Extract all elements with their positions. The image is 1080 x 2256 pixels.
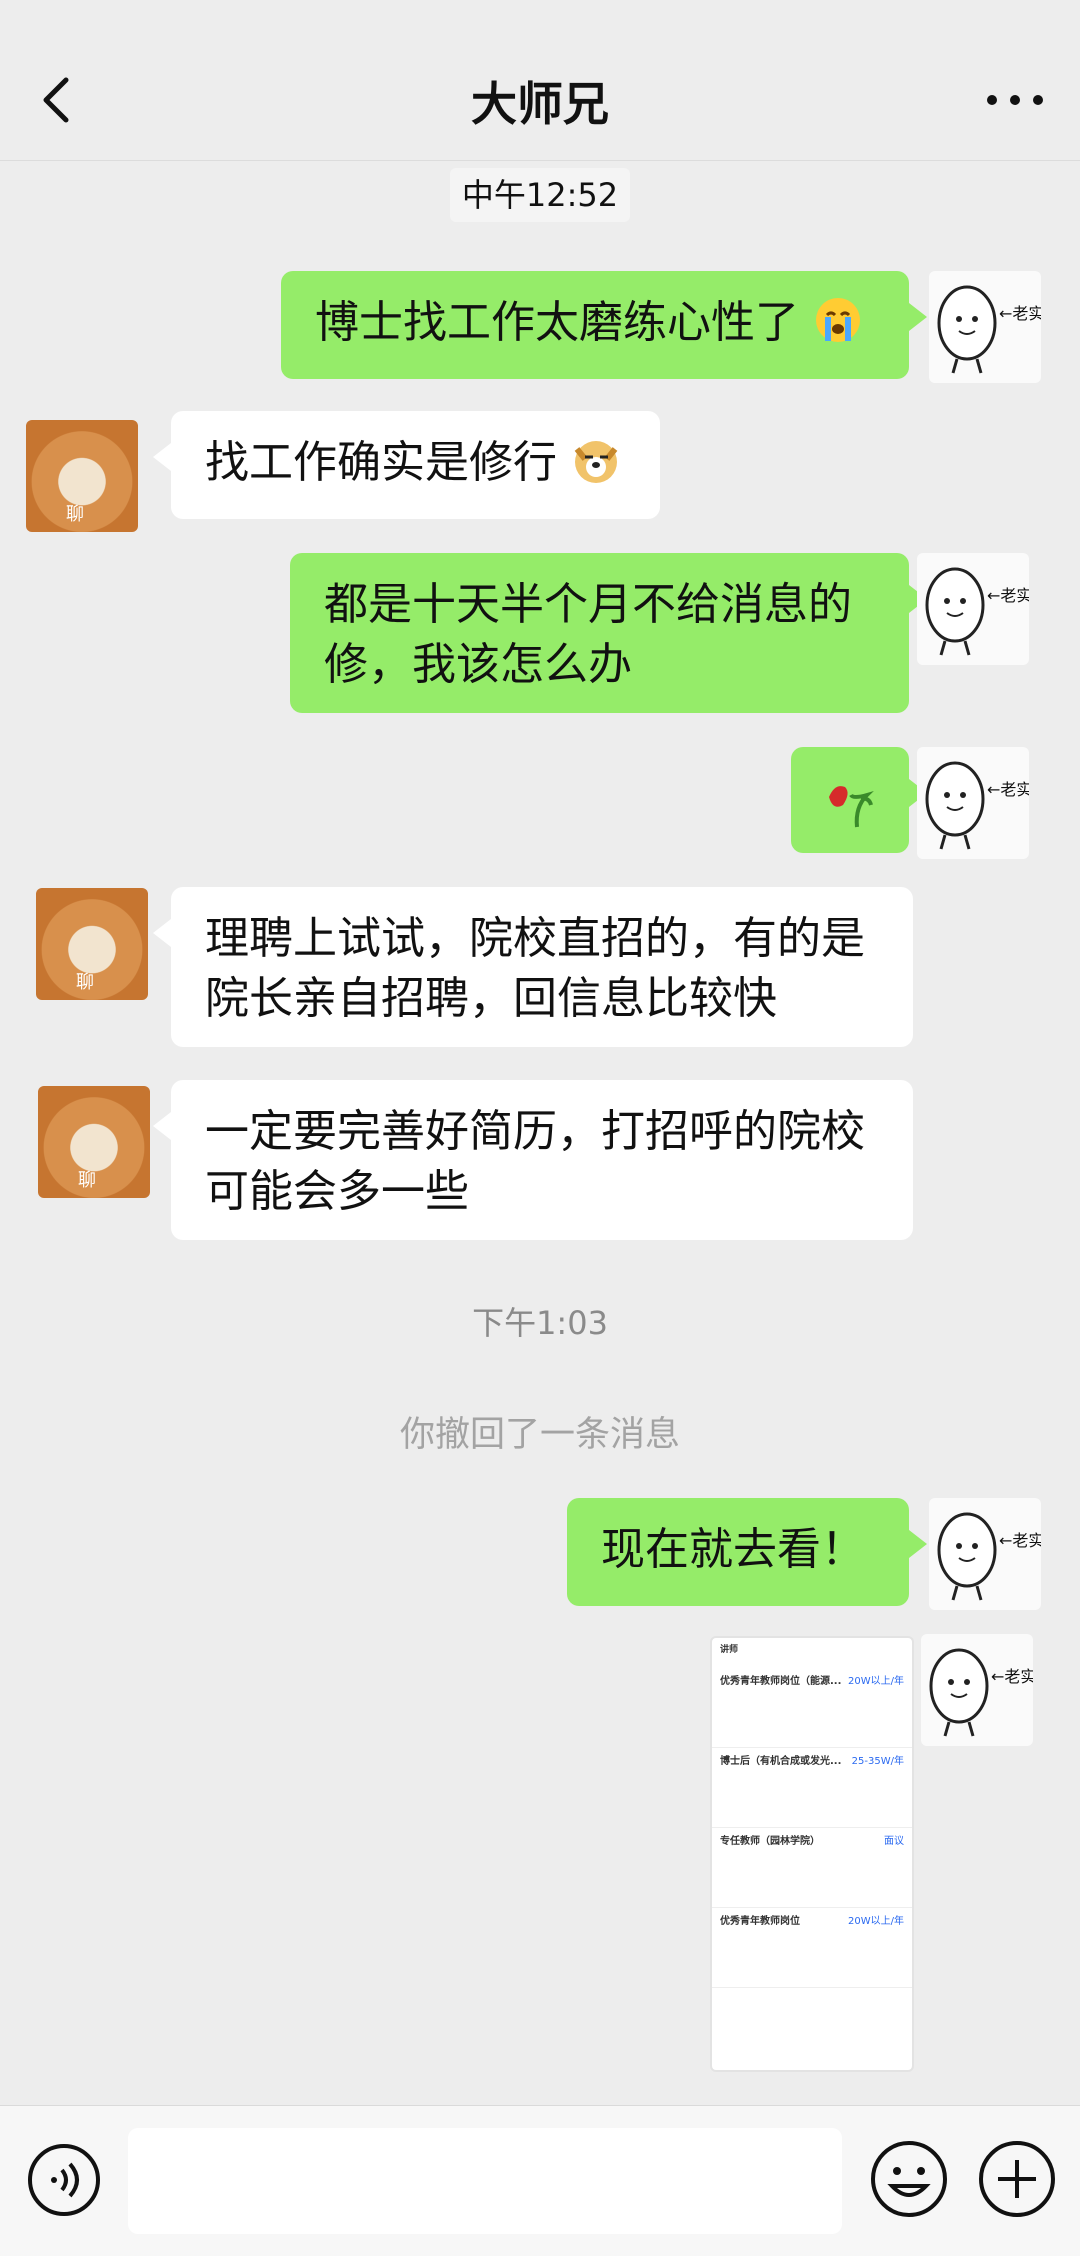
message-text: 一定要完善好简历，打招呼的院校可能会多一些: [205, 1106, 865, 1217]
thumb-job-row: 20W以上/年 优秀青年教师岗位（能源...: [712, 1668, 912, 1748]
thumb-job-salary: 面议: [884, 1836, 904, 1847]
thumb-job-row: 面议 专任教师（园林学院）: [712, 1828, 912, 1908]
avatar-self-label: ←老实: [999, 1531, 1041, 1550]
doge-face-icon: [574, 441, 618, 483]
emoji-button[interactable]: [868, 2138, 950, 2220]
avatar-self[interactable]: ←老实: [929, 1498, 1041, 1610]
thumb-job-salary: 20W以上/年: [848, 1916, 904, 1927]
voice-button[interactable]: [26, 2142, 102, 2218]
more-button[interactable]: [980, 72, 1050, 128]
voice-icon: [28, 2144, 100, 2216]
avatar-contact[interactable]: 聊: [36, 888, 148, 1000]
avatar-self[interactable]: ←老实: [929, 271, 1041, 383]
thumb-job-row: 25-35W/年 博士后（有机合成或发光...: [712, 1748, 912, 1828]
thumb-job-row: 20W以上/年 优秀青年教师岗位: [712, 1908, 912, 1988]
laoshi-sticker-icon: ←老实: [929, 1648, 1033, 1737]
avatar-self-label: ←老实: [991, 1667, 1033, 1686]
avatar-contact-label: 聊: [76, 972, 94, 993]
smiley-icon: [871, 2141, 947, 2217]
chat-title: 大师兄: [471, 77, 609, 131]
avatar-self-label: ←老实: [987, 586, 1029, 605]
message-bubble-incoming[interactable]: 一定要完善好简历，打招呼的院校可能会多一些: [153, 1080, 913, 1240]
avatar-self[interactable]: ←老实: [921, 1634, 1033, 1746]
message-bubble-outgoing[interactable]: 现在就去看！: [567, 1498, 927, 1606]
laoshi-sticker-icon: ←老实: [937, 285, 1041, 374]
message-text: 博士找工作太磨练心性了: [315, 297, 799, 348]
wilted-rose-icon: [829, 786, 874, 828]
avatar-self-label: ←老实: [999, 304, 1041, 323]
chat-input-bar: [0, 2105, 1080, 2256]
message-bubble-incoming[interactable]: 理聘上试试，院校直招的，有的是院长亲自招聘，回信息比较快: [153, 887, 913, 1047]
laoshi-sticker-icon: ←老实: [925, 567, 1029, 656]
thumb-job-salary: 25-35W/年: [851, 1756, 904, 1767]
thumb-tab: 讲师: [720, 1645, 739, 1655]
message-text: 找工作确实是修行: [205, 437, 557, 488]
plus-button[interactable]: [976, 2138, 1058, 2220]
image-message-screenshot[interactable]: 讲师 20W以上/年 优秀青年教师岗位（能源... 25-35W/年 博士后（有…: [710, 1636, 914, 2072]
message-input[interactable]: [128, 2128, 842, 2234]
timestamp: 下午1:03: [472, 1304, 608, 1342]
message-bubble-incoming[interactable]: 找工作确实是修行: [153, 411, 660, 519]
avatar-self[interactable]: ←老实: [917, 747, 1029, 859]
thumb-job-salary: 20W以上/年: [848, 1676, 904, 1687]
recall-notice: 你撤回了一条消息: [399, 1415, 680, 1455]
avatar-self[interactable]: ←老实: [917, 553, 1029, 665]
message-text: 理聘上试试，院校直招的，有的是院长亲自招聘，回信息比较快: [205, 913, 865, 1024]
avatar-contact-label: 聊: [78, 1170, 96, 1191]
avatar-contact[interactable]: 聊: [26, 420, 138, 532]
laoshi-sticker-icon: ←老实: [937, 1512, 1041, 1601]
message-text: 现在就去看！: [601, 1524, 865, 1575]
message-text: 都是十天半个月不给消息的修，我该怎么办: [324, 579, 852, 690]
status-bar: [0, 0, 1080, 40]
crying-face-icon: [816, 298, 860, 342]
avatar-contact-label: 聊: [66, 504, 84, 525]
message-bubble-outgoing[interactable]: 博士找工作太磨练心性了: [281, 271, 927, 379]
more-dots-icon: [987, 95, 1043, 105]
chat-header: 大师兄: [0, 40, 1080, 161]
plus-circle-icon: [979, 2141, 1055, 2217]
avatar-contact[interactable]: 聊: [38, 1086, 150, 1198]
timestamp: 中午12:52: [450, 168, 630, 222]
laoshi-sticker-icon: ←老实: [925, 761, 1029, 850]
message-bubble-outgoing[interactable]: 都是十天半个月不给消息的修，我该怎么办: [290, 553, 927, 713]
thumb-job-title: 专任教师（园林学院）: [720, 1836, 820, 1847]
message-bubble-outgoing[interactable]: [791, 747, 927, 853]
avatar-self-label: ←老实: [987, 780, 1029, 799]
